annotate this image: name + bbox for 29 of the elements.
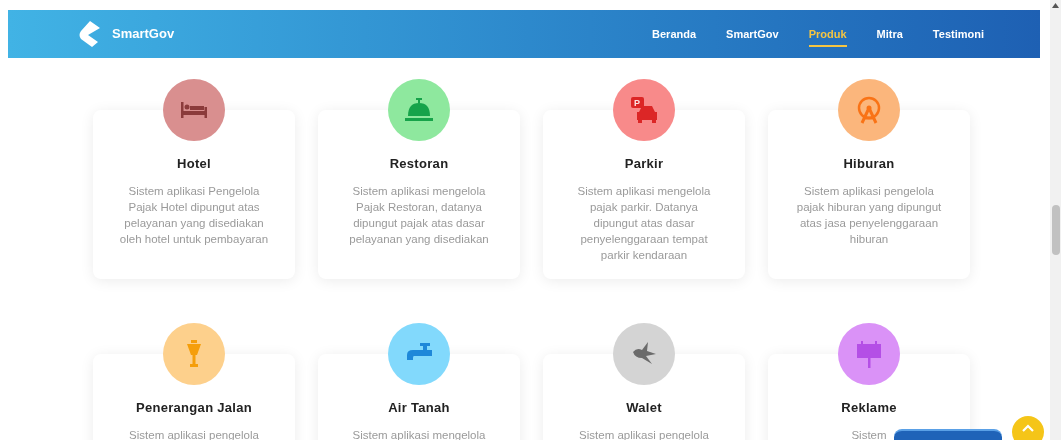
nav-link[interactable]: Produk — [808, 25, 847, 48]
brand-name[interactable]: SmartGov — [112, 24, 175, 44]
nav-link[interactable]: Testimoni — [932, 25, 984, 48]
chat-widget[interactable] — [894, 429, 1002, 440]
product-description: Sistem aplikasi mengelola — [352, 427, 486, 440]
scroll-up-icon[interactable] — [1052, 3, 1059, 8]
scrollbar[interactable] — [1050, 0, 1061, 440]
nav-link[interactable]: SmartGov — [726, 25, 779, 48]
product-title: Parkir — [624, 155, 664, 173]
product-description: Sistem aplikasi mengelola pajak parkir. Datanya dipungut atas dasar penyelenggaraan tempat parkir kendaraan — [576, 183, 712, 263]
chevron-up-icon — [1022, 424, 1034, 432]
product-title: Walet — [626, 399, 662, 417]
product-title: Hiburan — [843, 155, 895, 173]
product-description: Sistem aplikasi Pengelola Pajak Hotel dipungut atas pelayanan yang disediakan oleh hotel untuk pembayaran — [118, 183, 270, 247]
product-title: Reklame — [841, 399, 897, 417]
nav-link[interactable]: Beranda — [652, 25, 697, 48]
scroll-top-button[interactable] — [1012, 416, 1044, 440]
product-description: Sistem aplikasi mengelola Pajak Restoran, datanya dipungut pajak atas dasar pelayanan yang disediakan — [348, 183, 490, 247]
product-title: Penerangan Jalan — [135, 399, 253, 417]
sign-letter: P — [634, 98, 640, 108]
product-description: Sistem aplikasi pengelola — [129, 427, 259, 440]
product-title: Air Tanah — [388, 399, 450, 417]
nav-link[interactable]: Mitra — [876, 25, 903, 48]
product-title: Restoran — [389, 155, 449, 173]
product-description: Sistem aplikasi pengelola pajak hiburan yang dipungut atas jasa penyelenggaraan hiburan — [795, 183, 943, 247]
product-description: Sistem — [851, 427, 887, 440]
product-title: Hotel — [177, 155, 211, 173]
scrollbar-thumb[interactable] — [1051, 205, 1060, 255]
product-description: Sistem aplikasi pengelola — [579, 427, 709, 440]
